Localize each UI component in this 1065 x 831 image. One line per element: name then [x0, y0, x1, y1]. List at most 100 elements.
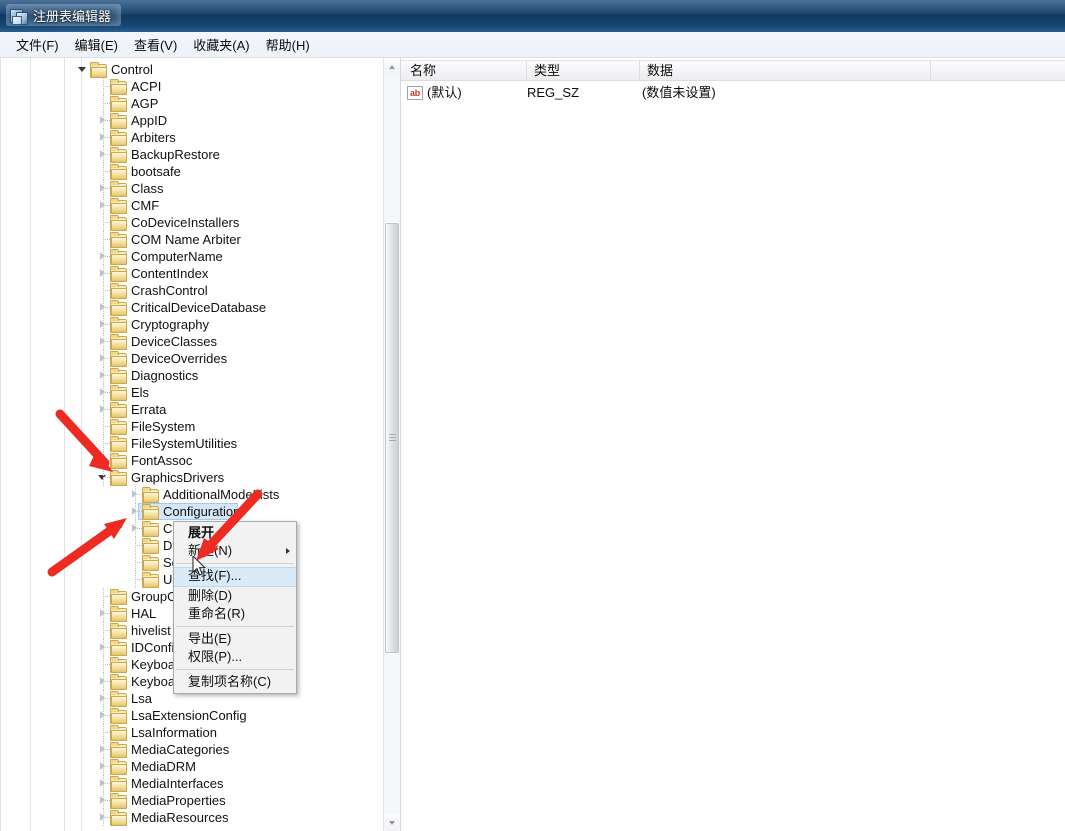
client-area: Control ACPI AGP AppID Arbiters BackupRestore…	[0, 58, 1065, 831]
tree-node-label: DeviceClasses	[131, 334, 217, 349]
tree-node-els[interactable]: Els	[0, 384, 383, 401]
tree-node-mediaresources[interactable]: MediaResources	[0, 809, 383, 826]
menu-view[interactable]: 查看(V)	[126, 32, 185, 57]
tree-node-cmf[interactable]: CMF	[0, 197, 383, 214]
tree-node-label: hivelist	[131, 623, 171, 638]
registry-value-pane[interactable]: 名称 类型 数据 ab (默认) REG_SZ (数值未设置)	[401, 58, 1065, 831]
tree-node-filesystem[interactable]: FileSystem	[0, 418, 383, 435]
context-menu-item-查找[interactable]: 查找(F)...	[174, 567, 296, 587]
tree-node-bootsafe[interactable]: bootsafe	[0, 163, 383, 180]
tree-node-mediacategories[interactable]: MediaCategories	[0, 741, 383, 758]
tree-connector-line	[103, 341, 110, 342]
tree-node-acpi[interactable]: ACPI	[0, 78, 383, 95]
tree-node-label: MediaCategories	[131, 742, 230, 757]
menu-help[interactable]: 帮助(H)	[258, 32, 318, 57]
context-menu-item-权限[interactable]: 权限(P)...	[174, 648, 296, 666]
tree-node-agp[interactable]: AGP	[0, 95, 383, 112]
tree-node-label: AppID	[131, 113, 168, 128]
menu-favorites[interactable]: 收藏夹(A)	[185, 32, 257, 57]
value-row-default[interactable]: ab (默认) REG_SZ (数值未设置)	[401, 83, 1065, 103]
tree-connector-line	[135, 545, 142, 546]
tree-connector-line	[103, 273, 110, 274]
folder-icon	[110, 164, 127, 180]
tree-node-diagnostics[interactable]: Diagnostics	[0, 367, 383, 384]
tree-node-label: ContentIndex	[131, 266, 209, 281]
tree-node-computername[interactable]: ComputerName	[0, 248, 383, 265]
column-header-data[interactable]: 数据	[640, 61, 931, 81]
tree-node-control[interactable]: Control	[0, 61, 383, 78]
tree-connector-line	[103, 120, 110, 121]
tree-node-errata[interactable]: Errata	[0, 401, 383, 418]
folder-icon	[110, 453, 127, 469]
tree-node-deviceclasses[interactable]: DeviceClasses	[0, 333, 383, 350]
tree-vertical-scrollbar[interactable]	[383, 58, 400, 831]
column-header-name[interactable]: 名称	[403, 61, 527, 81]
expander-open-icon[interactable]	[78, 64, 89, 75]
tree-node-additionalmodelists[interactable]: AdditionalModeLists	[0, 486, 383, 503]
tree-node-label: GraphicsDrivers	[131, 470, 225, 485]
folder-icon	[110, 402, 127, 418]
tree-connector-line	[135, 511, 142, 512]
context-menu-item-展开[interactable]: 展开	[174, 524, 296, 542]
tree-node-backuprestore[interactable]: BackupRestore	[0, 146, 383, 163]
menu-file[interactable]: 文件(F)	[8, 32, 67, 57]
tree-node-mediainterfaces[interactable]: MediaInterfaces	[0, 775, 383, 792]
tree-node-lsaextensionconfig[interactable]: LsaExtensionConfig	[0, 707, 383, 724]
folder-icon	[110, 283, 127, 299]
tree-node-label: CriticalDeviceDatabase	[131, 300, 267, 315]
tree-node-mediadrm[interactable]: MediaDRM	[0, 758, 383, 775]
folder-icon	[142, 521, 159, 537]
value-list-header: 名称 类型 数据	[401, 60, 1065, 81]
context-menu-item-导出[interactable]: 导出(E)	[174, 630, 296, 648]
tree-node-label: Lsa	[131, 691, 152, 706]
registry-key-tree[interactable]: Control ACPI AGP AppID Arbiters BackupRestore…	[0, 58, 383, 831]
tree-node-com-name-arbiter[interactable]: COM Name Arbiter	[0, 231, 383, 248]
context-menu-item-删除[interactable]: 删除(D)	[174, 587, 296, 605]
tree-node-mediaproperties[interactable]: MediaProperties	[0, 792, 383, 809]
folder-icon	[110, 266, 127, 282]
context-menu-item-新建[interactable]: 新建(N)	[174, 542, 296, 560]
tree-connector-line	[103, 664, 110, 665]
folder-icon	[110, 385, 127, 401]
tree-node-label: LsaExtensionConfig	[131, 708, 247, 723]
tree-node-cryptography[interactable]: Cryptography	[0, 316, 383, 333]
folder-icon	[142, 538, 159, 554]
tree-connector-line	[103, 443, 110, 444]
tree-node-label: FontAssoc	[131, 453, 193, 468]
tree-connector-line	[103, 749, 110, 750]
tree-node-configuration[interactable]: Configuration	[0, 503, 383, 520]
scrollbar-thumb[interactable]	[385, 223, 399, 653]
chevron-down-icon	[389, 821, 395, 825]
tree-node-codeviceinstallers[interactable]: CoDeviceInstallers	[0, 214, 383, 231]
tree-connector-line	[103, 358, 110, 359]
tree-node-arbiters[interactable]: Arbiters	[0, 129, 383, 146]
context-menu-item-重命名[interactable]: 重命名(R)	[174, 605, 296, 623]
tree-node-filesystemutilities[interactable]: FileSystemUtilities	[0, 435, 383, 452]
tree-connector-line	[103, 307, 110, 308]
tree-node-criticaldevicedatabase[interactable]: CriticalDeviceDatabase	[0, 299, 383, 316]
context-menu-item-复制项名称[interactable]: 复制项名称(C)	[174, 673, 296, 691]
tree-node-class[interactable]: Class	[0, 180, 383, 197]
tree-node-label: Els	[131, 385, 150, 400]
tree-node-label: ComputerName	[131, 249, 223, 264]
folder-icon	[110, 130, 127, 146]
column-header-type[interactable]: 类型	[527, 61, 640, 81]
menu-edit[interactable]: 编辑(E)	[67, 32, 126, 57]
tree-node-crashcontrol[interactable]: CrashControl	[0, 282, 383, 299]
chevron-up-icon	[389, 65, 395, 69]
tree-node-appid[interactable]: AppID	[0, 112, 383, 129]
tree-connector-line	[103, 766, 110, 767]
tree-context-menu[interactable]: 展开 新建(N) 查找(F)... 删除(D) 重命名(R) 导出(E) 权限(P)... 复…	[173, 521, 297, 694]
tree-node-graphicsdrivers[interactable]: GraphicsDrivers	[0, 469, 383, 486]
tree-node-contentindex[interactable]: ContentIndex	[0, 265, 383, 282]
scroll-up-button[interactable]	[384, 58, 400, 75]
folder-icon	[110, 691, 127, 707]
tree-node-label: CrashControl	[131, 283, 208, 298]
tree-node-lsainformation[interactable]: LsaInformation	[0, 724, 383, 741]
tree-node-fontassoc[interactable]: FontAssoc	[0, 452, 383, 469]
folder-icon	[110, 334, 127, 350]
tree-connector-line	[103, 613, 110, 614]
tree-node-label: MediaDRM	[131, 759, 197, 774]
scroll-down-button[interactable]	[384, 814, 400, 831]
tree-node-deviceoverrides[interactable]: DeviceOverrides	[0, 350, 383, 367]
